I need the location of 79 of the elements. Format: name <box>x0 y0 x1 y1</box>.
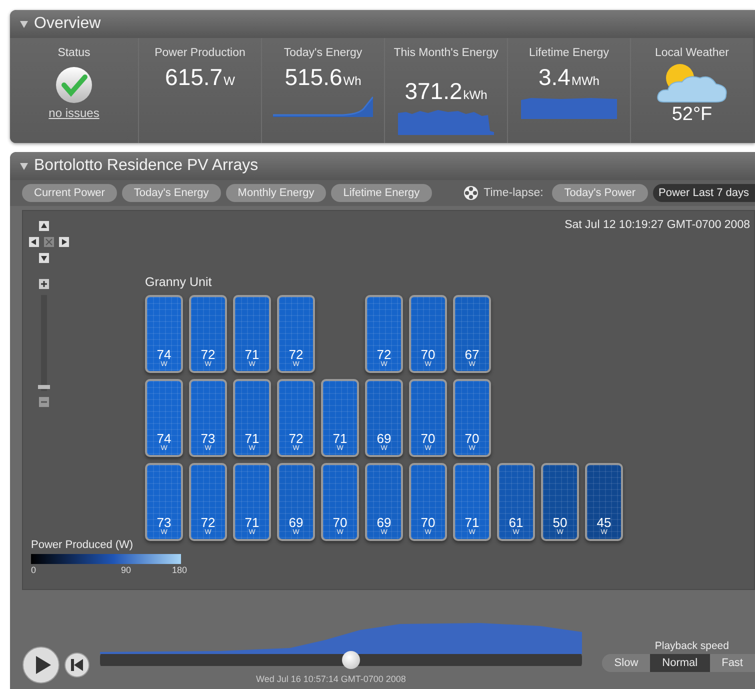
metric-label: Local Weather <box>655 46 729 60</box>
panel-watts: 50 <box>552 516 568 529</box>
panel-watts: 71 <box>244 516 260 529</box>
zoom-in-icon[interactable] <box>39 279 49 289</box>
scale-tick: 90 <box>120 565 131 575</box>
time-lapse-tab[interactable]: Today's Power <box>552 184 648 202</box>
panel-watts: 71 <box>244 348 260 361</box>
panel-watts: 61 <box>508 516 524 529</box>
panel-watts: 74 <box>156 348 172 361</box>
play-button[interactable] <box>22 646 60 684</box>
panel-watts: 74 <box>156 432 172 445</box>
panel-watts: 70 <box>420 516 436 529</box>
partly-cloudy-icon <box>654 62 730 104</box>
view-tab[interactable]: Lifetime Energy <box>331 184 432 202</box>
pan-left-icon[interactable] <box>29 237 39 247</box>
metric-value: 3.4 <box>538 64 570 91</box>
pan-up-icon[interactable] <box>39 221 49 231</box>
panel-watts: 45 <box>596 516 612 529</box>
panel-watts: 69 <box>288 516 304 529</box>
panel-watts: 73 <box>156 516 172 529</box>
panel-header[interactable]: Overview <box>10 10 755 38</box>
status-link[interactable]: no issues <box>48 106 100 120</box>
panel-watts: 71 <box>244 432 260 445</box>
zoom-slider-thumb[interactable] <box>38 385 50 390</box>
time-lapse-tab[interactable]: Power Last 7 days <box>652 184 755 202</box>
panel-watts: 72 <box>200 516 216 529</box>
metric-label: Status <box>58 46 90 60</box>
collapse-triangle-icon <box>20 20 28 28</box>
unit-label: MWh <box>571 74 600 88</box>
legend-title: Power Produced (W) <box>31 539 134 551</box>
check-icon <box>55 66 93 104</box>
zoom-out-icon[interactable] <box>39 397 49 407</box>
pan-down-icon[interactable] <box>39 253 49 263</box>
panel-watts: 72 <box>288 432 304 445</box>
temperature: 52°F <box>672 104 712 126</box>
film-reel-icon <box>462 185 479 201</box>
timeline-slider[interactable] <box>100 651 582 669</box>
timeline-thumb[interactable] <box>342 651 360 669</box>
playback-speed-label: Playback speed <box>654 640 729 652</box>
time-lapse-label: Time-lapse: <box>484 187 544 199</box>
view-tab[interactable]: Today's Energy <box>122 184 221 202</box>
metric-label: Lifetime Energy <box>529 46 609 60</box>
panel-watts: 73 <box>200 432 216 445</box>
zoom-slider[interactable] <box>41 295 47 391</box>
scale-tick: 180 <box>172 565 187 575</box>
collapse-triangle-icon <box>20 162 28 170</box>
panel-title: Overview <box>34 15 101 33</box>
unit-label: kWh <box>463 88 488 102</box>
panel-watts: 67 <box>464 348 480 361</box>
panel-watts: 70 <box>464 432 480 445</box>
panel-watts: 72 <box>288 348 304 361</box>
array-label: Granny Unit <box>145 275 212 289</box>
panel-header[interactable]: Bortolotto Residence PV Arrays <box>10 152 755 180</box>
scale-tick: 0 <box>31 565 36 575</box>
unit-label: W <box>224 74 235 88</box>
panel-watts: 71 <box>332 432 348 445</box>
metric-value: 615.7 <box>165 64 223 91</box>
panel-watts: 72 <box>200 348 216 361</box>
panel-watts: 71 <box>464 516 480 529</box>
panel-watts: 70 <box>420 432 436 445</box>
metric-value: 515.6 <box>284 64 342 91</box>
speed-option[interactable]: Normal <box>650 654 710 672</box>
view-tab[interactable]: Monthly Energy <box>226 184 326 202</box>
rewind-button[interactable] <box>64 652 90 678</box>
panel-watts: 70 <box>420 348 436 361</box>
panel-watts: 70 <box>332 516 348 529</box>
metric-label: This Month's Energy <box>394 46 498 61</box>
pan-right-icon[interactable] <box>59 237 69 247</box>
unit-label: Wh <box>343 74 362 88</box>
timestamp: Sat Jul 12 10:19:27 GMT-0700 2008 <box>564 219 750 231</box>
metric-label: Power Production <box>154 46 246 60</box>
panel-title: Bortolotto Residence PV Arrays <box>34 157 258 175</box>
metric-value: 371.2 <box>404 78 462 105</box>
panel-watts: 69 <box>376 432 392 445</box>
playback-time: Wed Jul 16 10:57:14 GMT-0700 2008 <box>256 674 406 684</box>
view-tab[interactable]: Current Power <box>22 184 117 202</box>
panel-watts: 72 <box>376 348 392 361</box>
metric-label: Today's Energy <box>284 46 362 60</box>
panel-watts: 69 <box>376 516 392 529</box>
